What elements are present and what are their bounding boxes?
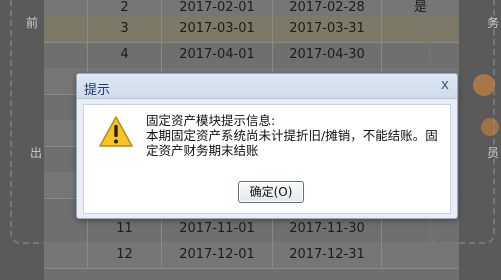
end-date-cell: 2017-03-31 [273,16,382,42]
background-left-panel: 前 出 [0,0,94,280]
table-row[interactable]: 4 2017-04-01 2017-04-30 [44,42,460,69]
background-text: 出 [30,146,43,160]
end-date-cell: 2017-11-30 [273,216,382,242]
message-line: 定资产财务期末结账 [146,143,259,158]
message-line: 固定资产模块提示信息: [146,113,276,128]
background-text: 前 [26,16,39,30]
table-row[interactable]: 12 2017-12-01 2017-12-31 [44,242,460,269]
end-date-cell: 2017-04-30 [273,42,382,68]
start-date-cell: 2017-12-01 [162,242,273,268]
row-number-cell: 4 [88,42,162,68]
message-line: 本期固定资产系统尚未计提折旧/摊销，不能结账。固 [146,128,438,143]
row-number-cell: 12 [88,242,162,268]
dialog-message: 固定资产模块提示信息: 本期固定资产系统尚未计提折旧/摊销，不能结账。固 定资产… [146,113,438,158]
close-icon[interactable]: x [441,77,449,93]
start-date-cell: 2017-04-01 [162,42,273,68]
warning-icon [99,116,133,147]
end-date-cell: 2017-12-31 [273,242,382,268]
start-date-cell: 2017-03-01 [162,16,273,42]
dialog-body: 固定资产模块提示信息: 本期固定资产系统尚未计提折旧/摊销，不能结账。固 定资产… [83,104,451,214]
row-marker-cell [44,16,88,42]
alert-dialog: 提示 x 固定资产模块提示信息: 本期固定资产系统尚未计提折旧/摊销，不能结账。… [76,73,458,219]
dialog-title: 提示 [84,83,111,98]
table-row[interactable]: 11 2017-11-01 2017-11-30 [44,216,460,243]
background-text: 务 [487,16,500,30]
row-number-cell: 3 [88,16,162,42]
background-text: 员 [487,146,500,160]
row-marker-cell [44,242,88,268]
closed-flag-cell [382,242,460,268]
row-marker-cell [44,42,88,68]
start-date-cell: 2017-11-01 [162,216,273,242]
ok-button[interactable]: 确定(O) [238,181,304,203]
table-row[interactable]: 3 2017-03-01 2017-03-31 [44,16,460,43]
row-number-cell: 11 [88,216,162,242]
background-right-panel: 务 员 [429,0,501,280]
background-badge-icon [473,74,495,96]
dialog-titlebar[interactable]: 提示 x [77,74,457,99]
background-badge-icon [481,118,499,136]
row-marker-cell [44,216,88,242]
